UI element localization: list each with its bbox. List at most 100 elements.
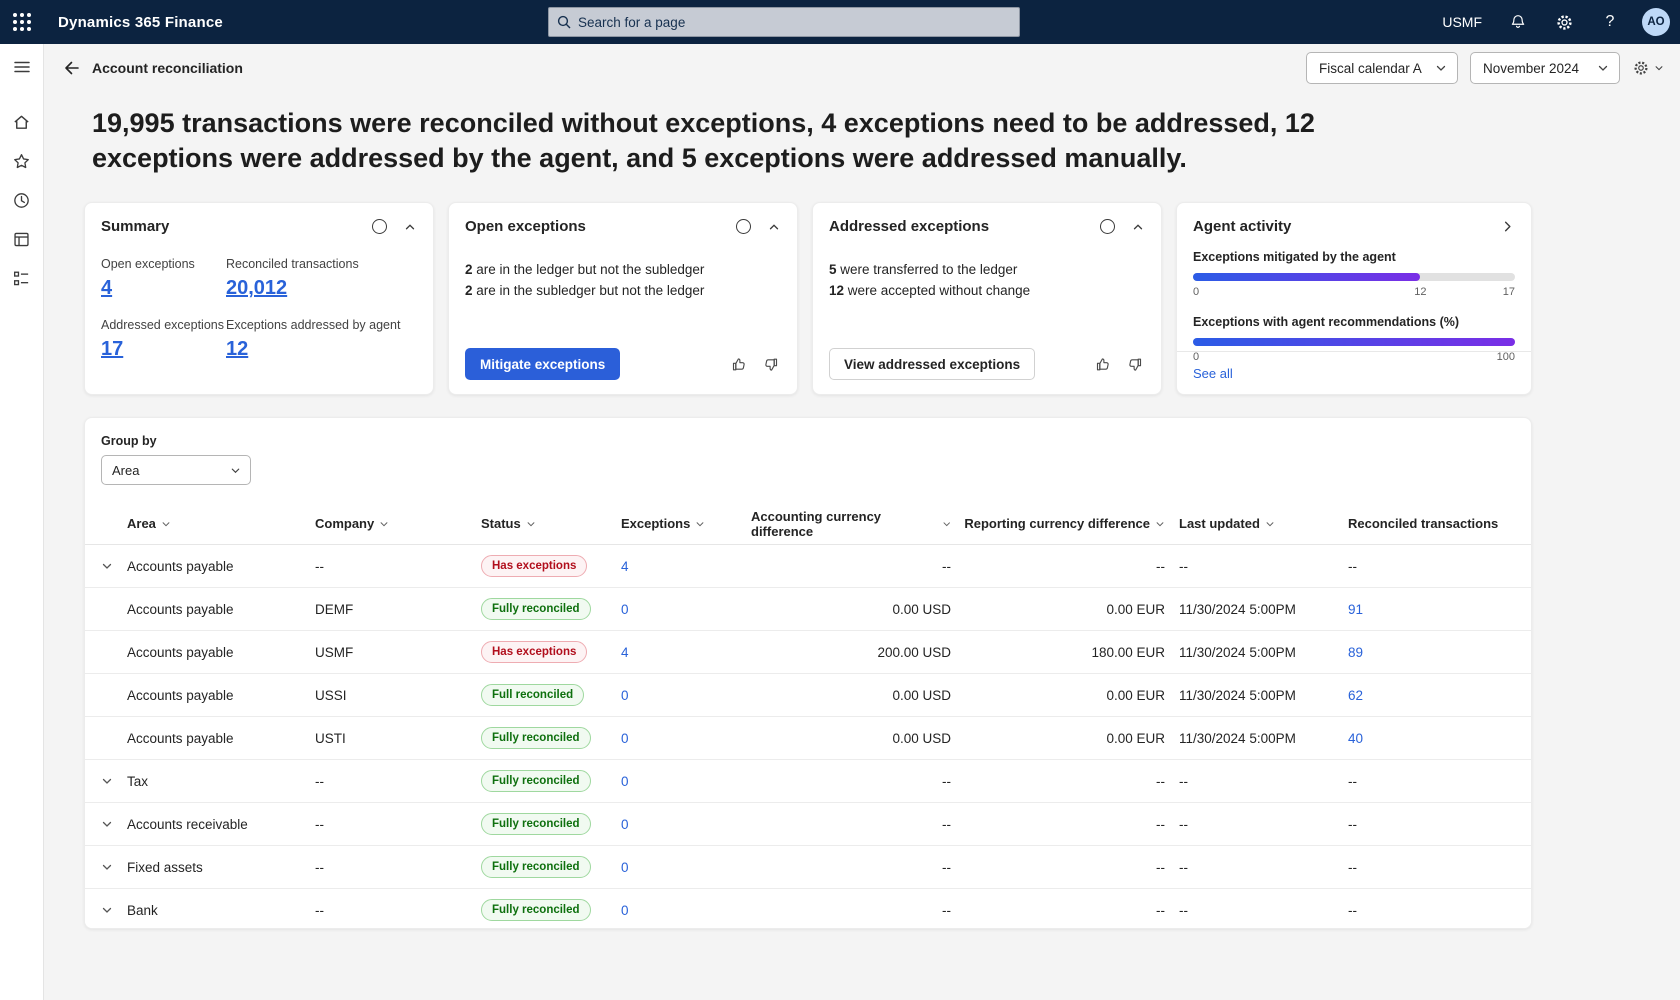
last-updated-cell: 11/30/2024 5:00PM [1165, 645, 1348, 660]
company-picker[interactable]: USMF [1434, 0, 1490, 44]
app-launcher-waffle-icon[interactable] [0, 0, 44, 44]
help-icon[interactable]: ? [1592, 0, 1628, 44]
table-row[interactable]: Accounts receivable -- Fully reconciled … [85, 803, 1531, 846]
exceptions-link[interactable]: 0 [621, 903, 629, 918]
chevron-down-icon [1155, 519, 1165, 529]
thumbs-up-icon[interactable] [1093, 355, 1112, 374]
mitigate-exceptions-button[interactable]: Mitigate exceptions [465, 348, 620, 380]
exceptions-link[interactable]: 0 [621, 860, 629, 875]
view-addressed-exceptions-button[interactable]: View addressed exceptions [829, 348, 1035, 380]
thumbs-up-icon[interactable] [729, 355, 748, 374]
exceptions-link[interactable]: 0 [621, 774, 629, 789]
column-header-status[interactable]: Status [481, 516, 621, 531]
metric-link[interactable]: 12 [226, 338, 248, 361]
table-row[interactable]: Accounts payable -- Has exceptions 4 -- … [85, 545, 1531, 588]
card-title: Addressed exceptions [829, 218, 989, 235]
favorites-star-icon[interactable] [11, 150, 33, 172]
notifications-bell-icon[interactable] [1500, 0, 1536, 44]
agent-status-circle-icon[interactable] [372, 219, 387, 234]
table-row[interactable]: Accounts payable USTI Fully reconciled 0… [85, 717, 1531, 760]
back-arrow-icon[interactable] [54, 51, 88, 85]
exceptions-link[interactable]: 4 [621, 559, 629, 574]
status-badge: Full reconciled [481, 684, 584, 706]
column-header-exceptions[interactable]: Exceptions [621, 516, 751, 531]
group-expand-chevron-icon[interactable] [101, 904, 113, 916]
metric-link[interactable]: 4 [101, 277, 112, 300]
exceptions-link[interactable]: 0 [621, 602, 629, 617]
page-settings-gear-icon[interactable] [1632, 59, 1664, 77]
global-search[interactable] [548, 7, 1020, 37]
chevron-down-icon [1265, 519, 1275, 529]
page-title: Account reconciliation [92, 60, 243, 76]
reporting-diff-cell: -- [951, 903, 1165, 918]
status-badge: Fully reconciled [481, 770, 591, 792]
agent-status-circle-icon[interactable] [1100, 219, 1115, 234]
collapse-chevron-up-icon[interactable] [403, 220, 417, 234]
period-select[interactable]: November 2024 [1470, 52, 1620, 84]
recent-clock-icon[interactable] [11, 189, 33, 211]
column-header-company[interactable]: Company [315, 516, 481, 531]
agent-activity-card: Agent activity Exceptions mitigated by t… [1176, 202, 1532, 395]
reconciliation-table-card: Group by Area Area Company Status Except… [84, 417, 1532, 929]
home-icon[interactable] [11, 111, 33, 133]
area-cell: Bank [127, 903, 315, 918]
exceptions-link[interactable]: 0 [621, 731, 629, 746]
column-header-last-updated[interactable]: Last updated [1165, 516, 1348, 531]
group-by-select[interactable]: Area [101, 455, 251, 485]
column-header-reconciled[interactable]: Reconciled transactions [1348, 516, 1515, 531]
agent-status-circle-icon[interactable] [736, 219, 751, 234]
search-input[interactable] [578, 15, 1011, 30]
reconciled-transactions-cell[interactable]: 89 [1348, 645, 1363, 660]
thumbs-down-icon[interactable] [762, 355, 781, 374]
workspaces-icon[interactable] [11, 228, 33, 250]
group-expand-chevron-icon[interactable] [101, 560, 113, 572]
open-agent-activity-chevron-right-icon[interactable] [1500, 219, 1515, 234]
table-row[interactable]: Tax -- Fully reconciled 0 -- -- -- -- [85, 760, 1531, 803]
table-header-row: Area Company Status Exceptions Accountin… [85, 503, 1531, 545]
metric-link[interactable]: 20,012 [226, 277, 287, 300]
column-header-area[interactable]: Area [127, 516, 315, 531]
exceptions-link[interactable]: 0 [621, 688, 629, 703]
settings-gear-icon[interactable] [1546, 0, 1582, 44]
fiscal-calendar-select[interactable]: Fiscal calendar A [1306, 52, 1458, 84]
table-row[interactable]: Accounts payable DEMF Fully reconciled 0… [85, 588, 1531, 631]
user-avatar[interactable]: AO [1642, 8, 1670, 36]
agent-bar-mitigated: Exceptions mitigated by the agent 0 12 1… [1193, 250, 1515, 300]
thumbs-down-icon[interactable] [1126, 355, 1145, 374]
metric-link[interactable]: 17 [101, 338, 123, 361]
company-cell: DEMF [315, 602, 481, 617]
table-row[interactable]: Accounts payable USSI Full reconciled 0 … [85, 674, 1531, 717]
exceptions-link[interactable]: 0 [621, 817, 629, 832]
group-expand-chevron-icon[interactable] [101, 861, 113, 873]
reconciled-transactions-cell: -- [1348, 559, 1357, 574]
menu-hamburger-icon[interactable] [11, 56, 33, 78]
see-all-link[interactable]: See all [1193, 366, 1233, 381]
modules-list-icon[interactable] [11, 267, 33, 289]
reporting-diff-cell: -- [951, 817, 1165, 832]
card-title: Summary [101, 218, 169, 235]
company-cell: USTI [315, 731, 481, 746]
area-cell: Accounts payable [127, 688, 315, 703]
table-row[interactable]: Fixed assets -- Fully reconciled 0 -- --… [85, 846, 1531, 889]
table-row[interactable]: Accounts payable USMF Has exceptions 4 2… [85, 631, 1531, 674]
card-title: Agent activity [1193, 218, 1291, 235]
metric-exceptions-by-agent: Exceptions addressed by agent 12 [226, 318, 417, 361]
group-expand-chevron-icon[interactable] [101, 775, 113, 787]
column-header-reporting-diff[interactable]: Reporting currency difference [951, 516, 1165, 531]
reconciled-transactions-cell[interactable]: 91 [1348, 602, 1363, 617]
reconciled-transactions-cell[interactable]: 40 [1348, 731, 1363, 746]
status-badge: Fully reconciled [481, 856, 591, 878]
exceptions-link[interactable]: 4 [621, 645, 629, 660]
reconciled-transactions-cell[interactable]: 62 [1348, 688, 1363, 703]
column-header-accounting-diff[interactable]: Accounting currency difference [751, 509, 951, 539]
reconciled-transactions-cell: -- [1348, 817, 1357, 832]
reporting-diff-cell: 180.00 EUR [951, 645, 1165, 660]
company-cell: USMF [315, 645, 481, 660]
group-expand-chevron-icon[interactable] [101, 818, 113, 830]
table-row[interactable]: Bank -- Fully reconciled 0 -- -- -- -- [85, 889, 1531, 929]
collapse-chevron-up-icon[interactable] [1131, 220, 1145, 234]
chevron-down-icon [942, 519, 951, 529]
collapse-chevron-up-icon[interactable] [767, 220, 781, 234]
reconciled-transactions-cell: -- [1348, 903, 1357, 918]
accounting-diff-cell: -- [751, 817, 951, 832]
